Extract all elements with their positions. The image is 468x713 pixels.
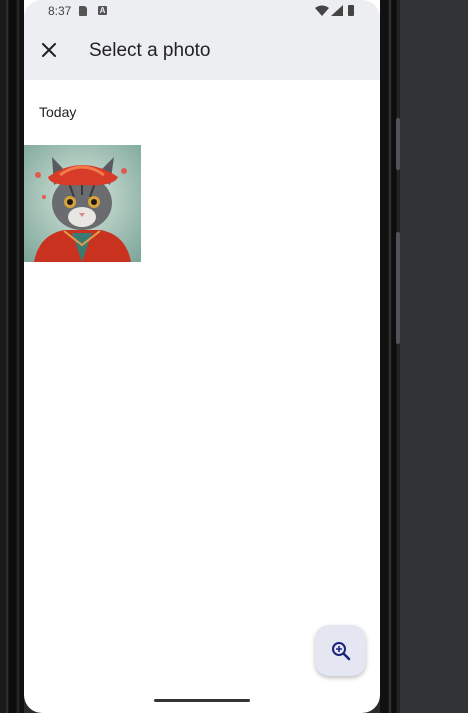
device-bezel-right [380, 0, 400, 713]
volume-button[interactable] [396, 118, 400, 170]
close-icon [42, 43, 56, 57]
phone-screen: 8:37 A Select a photo Today [24, 0, 380, 713]
wifi-icon [315, 5, 329, 16]
signal-icon [331, 5, 343, 16]
status-bar: 8:37 A [24, 0, 380, 22]
zoom-in-icon [331, 641, 350, 660]
emulator-background [400, 0, 468, 713]
page-title: Select a photo [89, 40, 211, 61]
close-button[interactable] [34, 35, 64, 65]
power-button[interactable] [396, 232, 400, 344]
section-header-today: Today [39, 104, 77, 120]
sd-card-icon [79, 6, 87, 16]
device-bezel-left [0, 0, 24, 713]
a-app-icon: A [98, 6, 107, 15]
zoom-in-button[interactable] [315, 625, 366, 676]
cat-photo [24, 145, 141, 262]
photo-thumbnail[interactable] [24, 145, 141, 262]
battery-icon [348, 5, 354, 16]
gesture-nav-handle[interactable] [154, 699, 250, 702]
app-bar: Select a photo [24, 22, 380, 80]
status-time: 8:37 [48, 4, 72, 18]
